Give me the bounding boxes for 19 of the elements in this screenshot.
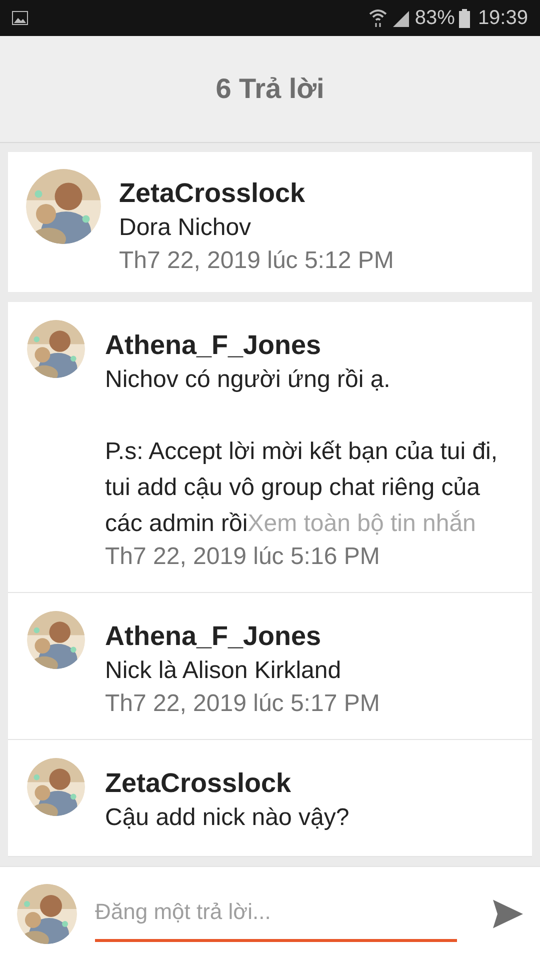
message-text: Nick là Alison Kirkland [105,656,342,686]
message-text: Nichov có người ứng rồi ạ. P.s: Accept lời mời kết bạn của tui đi, tui add cậu vô group chat riêng của các admin rồiXem toàn bộ tin nhắn [105,365,499,539]
timestamp: Th7 22, 2019 lúc 5:17 PM [105,689,380,719]
author-name[interactable]: Athena_F_Jones [105,328,513,362]
signal-icon [390,9,411,27]
author-name[interactable]: ZetaCrosslock [105,766,350,800]
battery-percentage: 83% [414,6,455,31]
header-title: 6 Trả lời [216,72,324,106]
reply-input-field[interactable]: Đăng một trả lời... [95,886,457,942]
timestamp: Th7 22, 2019 lúc 5:16 PM [105,542,381,572]
wifi-icon [368,8,387,28]
author-name[interactable]: ZetaCrosslock [119,176,394,210]
message-text: Dora Nichov [119,213,252,243]
timestamp: Th7 22, 2019 lúc 5:12 PM [119,246,394,276]
image-icon [12,11,28,25]
author-name[interactable]: Athena_F_Jones [105,619,380,653]
battery-icon [458,8,470,28]
message-text: Cậu add nick nào vậy? [105,803,350,833]
clock: 19:39 [478,6,528,31]
